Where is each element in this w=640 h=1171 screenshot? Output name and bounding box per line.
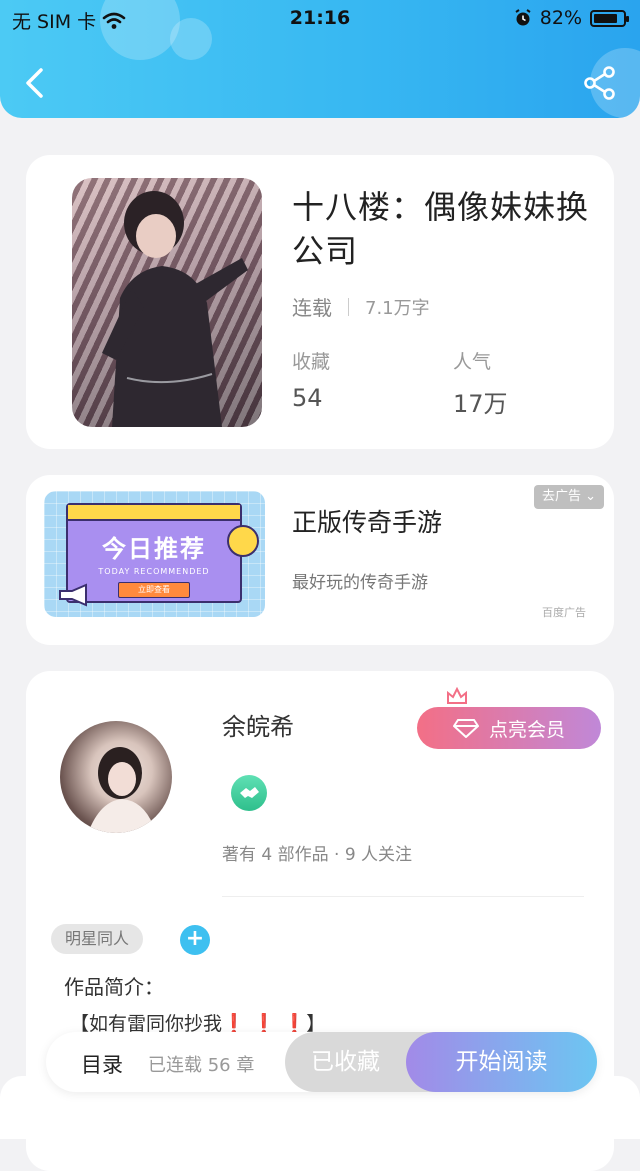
megaphone-icon	[59, 583, 87, 607]
alarm-icon	[515, 9, 531, 26]
popularity-label: 人气	[453, 351, 492, 373]
ad-description: 最好玩的传奇手游	[292, 573, 428, 593]
banner-subtitle: TODAY RECOMMENDED	[98, 567, 210, 576]
genre-tag[interactable]: 明星同人	[51, 924, 144, 954]
remove-ad-button[interactable]: 去广告 ⌄	[533, 485, 604, 509]
popularity-value: 17万	[453, 390, 508, 418]
banner-button: 立即查看	[118, 582, 190, 598]
serial-status: 连载	[292, 296, 332, 320]
battery-icon	[590, 9, 629, 27]
favorites-value: 54	[292, 384, 323, 412]
share-icon[interactable]	[584, 66, 616, 100]
book-status-row: 连载 7.1万字	[292, 292, 430, 321]
book-info-card: 十八楼：偶像妹妹换公司 连载 7.1万字 收藏 54 人气 17万	[26, 155, 614, 449]
remove-ad-label: 去广告	[541, 489, 581, 504]
table-of-contents-button[interactable]: 目录	[81, 1049, 123, 1079]
synopsis-label: 作品简介：	[64, 975, 164, 999]
back-arrow-icon[interactable]	[20, 64, 50, 102]
ad-banner-image[interactable]: 今日推荐 TODAY RECOMMENDED 立即查看	[44, 491, 265, 617]
top-header: 无 SIM 卡 21:16 82%	[0, 0, 640, 118]
book-cover-image[interactable]	[72, 178, 262, 427]
diamond-icon	[452, 719, 479, 738]
add-tag-button[interactable]: +	[180, 925, 210, 955]
ad-card[interactable]: 今日推荐 TODAY RECOMMENDED 立即查看 去广告 ⌄ 正版传奇手游…	[26, 475, 614, 645]
avatar-figure	[88, 747, 156, 833]
start-reading-button[interactable]: 开始阅读	[406, 1032, 597, 1092]
book-title: 十八楼：偶像妹妹换公司	[292, 188, 590, 270]
author-avatar[interactable]	[60, 721, 172, 833]
chapter-count: 已连载 56 章	[148, 1055, 255, 1076]
word-count: 7.1万字	[365, 297, 430, 319]
vip-button-label: 点亮会员	[488, 718, 565, 741]
activate-vip-button[interactable]: 点亮会员	[417, 707, 601, 749]
handshake-badge-icon	[231, 775, 267, 811]
crown-icon	[447, 687, 467, 704]
divider	[348, 297, 349, 316]
ad-banner-window: 今日推荐 TODAY RECOMMENDED 立即查看	[66, 503, 242, 603]
popularity-stat: 人气 17万	[453, 347, 508, 419]
favorites-label: 收藏	[292, 351, 331, 373]
author-stats: 著有 4 部作品 · 9 人关注	[222, 845, 413, 865]
planet-icon	[227, 525, 259, 557]
bottom-action-bar: 目录 已连载 56 章 已收藏 开始阅读	[46, 1032, 597, 1092]
banner-window-bar	[68, 505, 240, 521]
cover-figure	[102, 191, 248, 427]
ad-source-label: 百度广告	[542, 606, 586, 619]
section-divider	[222, 896, 584, 897]
author-name[interactable]: 余皖希	[222, 707, 294, 742]
ad-title[interactable]: 正版传奇手游	[292, 503, 442, 539]
favorites-stat: 收藏 54	[292, 347, 330, 412]
battery-percent: 82%	[539, 7, 582, 29]
status-bar: 无 SIM 卡 21:16 82%	[0, 0, 640, 36]
banner-title: 今日推荐	[102, 535, 206, 563]
